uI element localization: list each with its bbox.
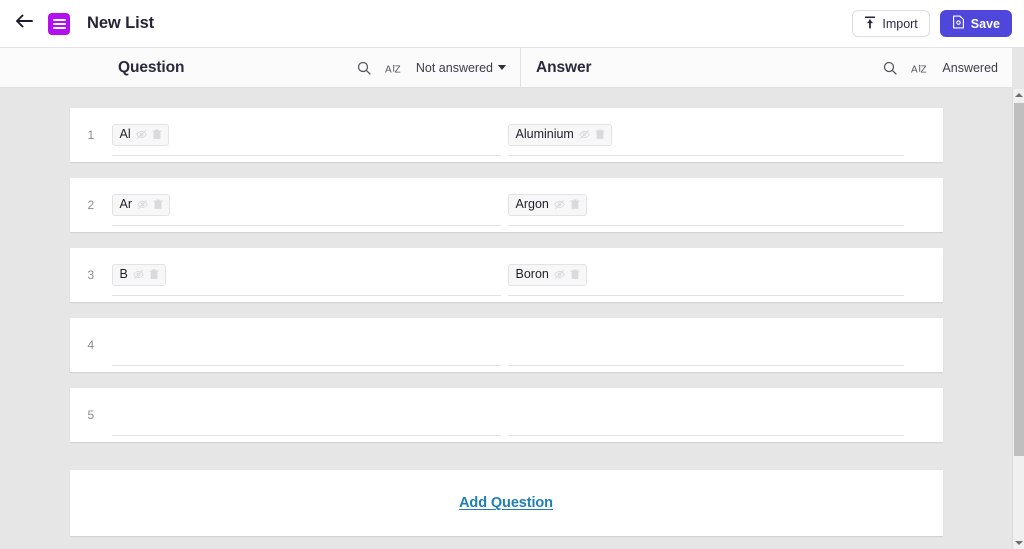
arrow-left-icon (16, 14, 34, 33)
import-button-label: Import (882, 16, 918, 31)
question-filter-dropdown[interactable]: Not answered (416, 61, 506, 75)
svg-text:Z: Z (921, 64, 927, 75)
svg-text:Z: Z (394, 64, 400, 75)
scroll-down-arrow-icon[interactable] (1013, 537, 1024, 549)
trash-icon[interactable] (595, 129, 605, 140)
chevron-down-icon (498, 65, 506, 70)
scroll-down-glyph (1014, 541, 1023, 545)
scroll-up-arrow-icon[interactable] (1013, 89, 1024, 101)
question-sort-az-icon[interactable]: A Z (385, 61, 402, 75)
row-number: 1 (87, 128, 95, 142)
question-input[interactable]: B (111, 254, 501, 296)
question-column-header: Question A Z Not answered (0, 48, 520, 87)
question-input[interactable]: Al (111, 114, 501, 156)
add-question-card[interactable]: Add Question (69, 470, 943, 536)
save-button[interactable]: Save (939, 10, 1012, 37)
add-question-link[interactable]: Add Question (459, 495, 553, 511)
row-number: 2 (87, 198, 95, 212)
question-chip[interactable]: Al (111, 123, 169, 146)
question-input[interactable] (111, 394, 501, 436)
save-document-icon (952, 15, 965, 32)
trash-icon[interactable] (149, 269, 159, 280)
question-chip-label: B (119, 267, 128, 282)
answer-chip[interactable]: Boron (507, 263, 587, 286)
row-number: 5 (87, 408, 95, 422)
eye-off-icon[interactable] (135, 129, 147, 140)
page-title: New List (87, 14, 155, 32)
answer-column-tools: A Z Answered (883, 61, 1012, 75)
question-column-title: Question (118, 58, 185, 76)
svg-text:A: A (385, 64, 392, 75)
answer-filter-dropdown[interactable]: Answered (942, 61, 998, 75)
svg-text:A: A (911, 64, 918, 75)
answer-chip[interactable]: Argon (507, 193, 587, 216)
question-search-icon[interactable] (357, 61, 371, 75)
import-button[interactable]: Import (852, 10, 930, 37)
table-row[interactable]: 5 (69, 388, 943, 442)
answer-filter-label: Answered (942, 60, 998, 75)
trash-icon[interactable] (153, 199, 163, 210)
answer-input[interactable]: Boron (507, 254, 904, 296)
question-input[interactable] (111, 324, 501, 366)
question-filter-label: Not answered (415, 60, 493, 75)
question-list-board: 1 Al Aluminium 2 Ar Argon 3 B Boron 4 5 Add Questi… (0, 89, 1012, 549)
answer-input[interactable]: Aluminium (507, 114, 904, 156)
column-header-bar: Question A Z Not answered Answer A Z Ans… (0, 48, 1012, 88)
question-chip[interactable]: B (111, 263, 166, 286)
question-chip[interactable]: Ar (111, 193, 170, 216)
upload-icon (864, 16, 876, 32)
trash-icon[interactable] (570, 269, 580, 280)
answer-chip-label: Argon (515, 197, 549, 212)
answer-chip[interactable]: Aluminium (507, 123, 612, 146)
logo-lines (52, 17, 66, 31)
rows-host: 1 Al Aluminium 2 Ar Argon 3 B Boron 4 5 (0, 108, 1012, 442)
answer-chip-label: Boron (515, 267, 549, 282)
answer-input[interactable] (507, 324, 904, 366)
question-input[interactable]: Ar (111, 184, 501, 226)
trash-icon[interactable] (570, 199, 580, 210)
answer-input[interactable]: Argon (507, 184, 904, 226)
save-button-label: Save (970, 16, 1000, 31)
table-row[interactable]: 4 (69, 318, 943, 372)
answer-sort-az-icon[interactable]: A Z (911, 61, 928, 75)
question-chip-label: Al (119, 127, 131, 142)
answer-column-header: Answer A Z Answered (520, 48, 1012, 87)
answer-chip-label: Aluminium (515, 127, 574, 142)
answer-search-icon[interactable] (883, 61, 898, 75)
eye-off-icon[interactable] (579, 129, 590, 140)
vertical-scrollbar[interactable] (1012, 89, 1024, 549)
scrollbar-thumb[interactable] (1014, 103, 1024, 456)
table-row[interactable]: 3 B Boron (69, 248, 943, 302)
list-app-logo-icon[interactable] (48, 12, 70, 35)
answer-input[interactable] (507, 394, 904, 436)
question-chip-label: Ar (119, 197, 133, 212)
row-number: 3 (87, 268, 95, 282)
eye-off-icon[interactable] (554, 199, 565, 210)
app-bar: New List Import Save (0, 0, 1024, 48)
scroll-up-glyph (1014, 93, 1023, 97)
table-row[interactable]: 1 Al Aluminium (69, 108, 943, 162)
question-column-tools: A Z Not answered (357, 61, 520, 75)
eye-off-icon[interactable] (133, 269, 144, 280)
row-number: 4 (87, 338, 95, 352)
back-button[interactable] (10, 9, 40, 39)
table-row[interactable]: 2 Ar Argon (69, 178, 943, 232)
eye-off-icon[interactable] (554, 269, 565, 280)
answer-column-title: Answer (536, 58, 592, 76)
eye-off-icon[interactable] (137, 199, 148, 210)
trash-icon[interactable] (151, 129, 162, 140)
